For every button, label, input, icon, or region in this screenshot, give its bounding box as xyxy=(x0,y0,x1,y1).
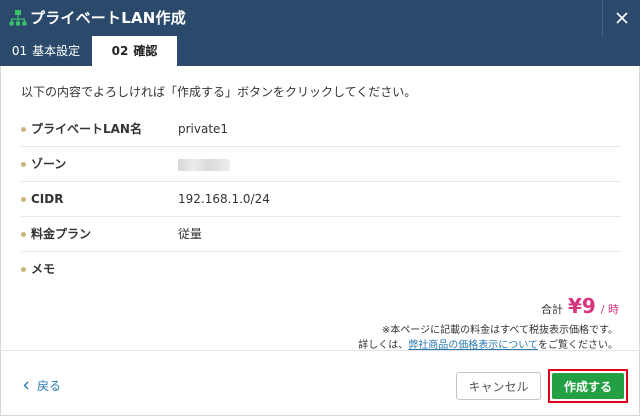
intro-text: 以下の内容でよろしければ「作成する」ボタンをクリックしてください。 xyxy=(21,85,417,99)
close-button[interactable] xyxy=(602,0,640,36)
back-label: 戻る xyxy=(37,379,62,393)
field-label: プライベートLAN名 xyxy=(31,122,142,136)
create-button[interactable]: 作成する xyxy=(552,373,624,399)
field-value: 従量 xyxy=(178,227,203,241)
bullet-icon xyxy=(21,197,26,202)
price-display-link[interactable]: 弊社商品の価格表示について xyxy=(408,336,538,351)
network-icon xyxy=(9,10,27,26)
tab-basic-settings[interactable]: 01 基本設定 xyxy=(0,36,92,66)
cancel-button[interactable]: キャンセル xyxy=(456,372,541,400)
bullet-icon xyxy=(21,162,26,167)
tax-note: ※本ページに記載の料金はすべて税抜表示価格です。 xyxy=(381,325,618,336)
field-value: private1 xyxy=(178,122,229,136)
tab-confirm[interactable]: 02 確認 xyxy=(92,36,177,66)
tab-label: 確認 xyxy=(133,44,158,58)
tab-number: 02 xyxy=(111,44,129,58)
dialog-titlebar: プライベートLAN作成 xyxy=(0,0,640,36)
dialog-footer: 戻る キャンセル 作成する xyxy=(0,350,640,416)
back-button[interactable]: 戻る xyxy=(23,377,61,394)
bullet-icon xyxy=(21,267,26,272)
step-tabs: 01 基本設定 02 確認 xyxy=(0,36,640,66)
price-label: 合計 xyxy=(540,303,563,316)
field-label: CIDR xyxy=(31,192,64,206)
field-row-cidr: CIDR 192.168.1.0/24 xyxy=(21,182,621,217)
field-row-plan: 料金プラン 従量 xyxy=(21,217,621,252)
field-row-name: プライベートLAN名 private1 xyxy=(21,112,621,147)
price-display-note: 詳しくは、 弊社商品の価格表示について をご覧ください。 xyxy=(358,336,618,351)
tab-number: 01 xyxy=(11,44,28,58)
field-value: 192.168.1.0/24 xyxy=(178,192,270,206)
field-row-zone: ゾーン xyxy=(21,147,621,182)
price-total: 合計 ¥9 / 時 xyxy=(541,294,619,320)
dialog-title: プライベートLAN作成 xyxy=(30,9,186,27)
bullet-icon xyxy=(21,232,26,237)
field-label: メモ xyxy=(31,262,56,276)
field-row-memo: メモ xyxy=(21,252,621,287)
price-amount: ¥9 xyxy=(567,294,596,318)
bullet-icon xyxy=(21,127,26,132)
field-label: 料金プラン xyxy=(31,227,92,241)
tab-label: 基本設定 xyxy=(32,44,81,58)
field-label: ゾーン xyxy=(31,157,67,171)
note-suffix: をご覧ください。 xyxy=(538,340,618,351)
create-button-highlight: 作成する xyxy=(548,369,628,403)
redacted-value xyxy=(178,159,230,171)
chevron-left-icon xyxy=(23,381,29,390)
confirm-content: 以下の内容でよろしければ「作成する」ボタンをクリックしてください。 プライベート… xyxy=(0,66,640,351)
close-icon xyxy=(615,12,628,24)
note-prefix: 詳しくは、 xyxy=(358,340,409,351)
price-unit: / 時 xyxy=(600,303,619,316)
